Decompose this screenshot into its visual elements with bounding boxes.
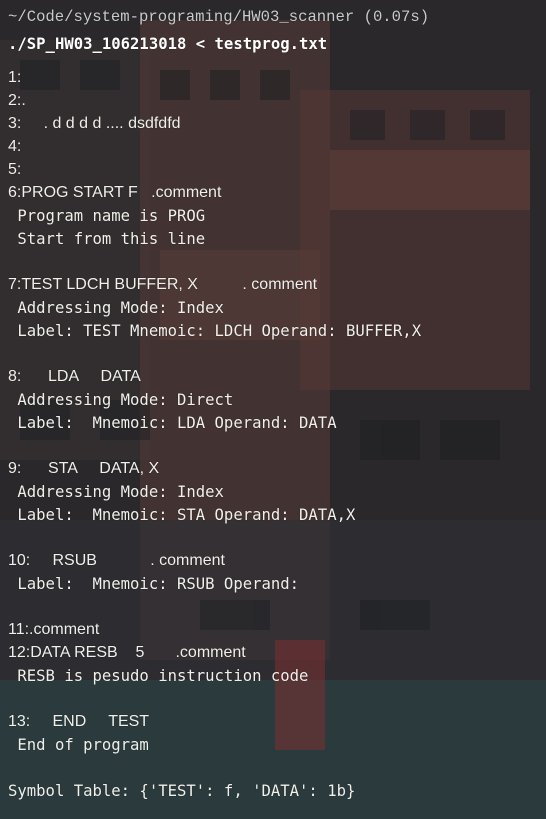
output-line: Addressing Mode: Direct [8, 391, 234, 409]
output-line: 3: . d d d d .... dsdfdfd [8, 115, 181, 132]
output-line: Label: TEST Mnemoic: LDCH Operand: BUFFE… [8, 322, 422, 340]
output-line: Label: Mnemoic: STA Operand: DATA,X [8, 506, 356, 524]
output-line: RESB is pesudo instruction code [8, 667, 309, 685]
output-line: 5: [8, 161, 22, 178]
terminal-window: ~/Code/system-programing/HW03_scanner (0… [0, 0, 546, 819]
output-line: Label: Mnemoic: LDA Operand: DATA [8, 414, 337, 432]
output-line: End of program [8, 736, 149, 754]
symbol-table-line: Symbol Table: {'TEST': f, 'DATA': 1b} [8, 782, 356, 800]
prompt-command[interactable]: ./SP_HW03_106213018 < testprog.txt [8, 34, 327, 54]
output-line: Addressing Mode: Index [8, 299, 224, 317]
output-line: 2:. [8, 92, 26, 109]
output-line: 10: RSUB . comment [8, 552, 225, 569]
output-line: 6:PROG START F .comment [8, 184, 222, 201]
output-line: 9: STA DATA, X [8, 460, 160, 477]
output-line: 11:.comment [8, 621, 100, 638]
output-line: 12:DATA RESB 5 .comment [8, 644, 246, 661]
output-line: 7:TEST LDCH BUFFER, X . comment [8, 276, 318, 293]
output-line: Label: Mnemoic: RSUB Operand: [8, 575, 300, 593]
prompt-cwd: ~/Code/system-programing/HW03_scanner (0… [8, 8, 430, 26]
output-line: Program name is PROG [8, 207, 206, 225]
output-line: 1: [8, 69, 22, 86]
output-line: Addressing Mode: Index [8, 483, 224, 501]
output-line: 13: END TEST [8, 713, 150, 730]
output-line: Start from this line [8, 230, 206, 248]
output-line: 4: [8, 138, 22, 155]
output-line: 8: LDA DATA [8, 368, 141, 385]
